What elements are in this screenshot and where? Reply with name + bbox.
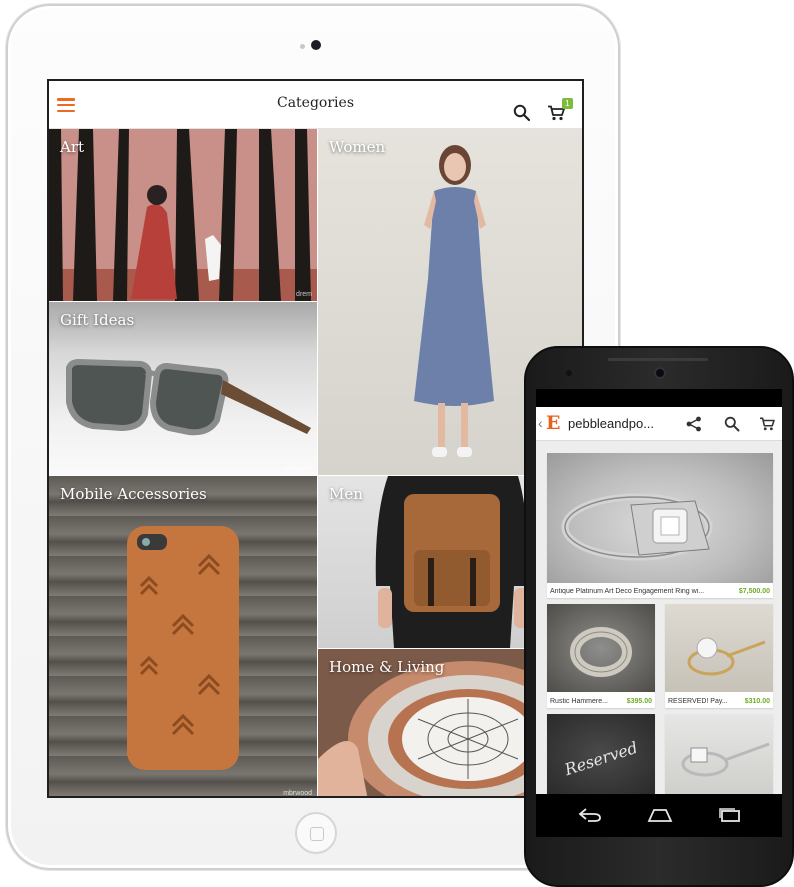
home-nav-icon[interactable] bbox=[647, 807, 673, 823]
listing-card[interactable]: Rustic Hammere... $395.00 bbox=[547, 604, 655, 708]
category-label-women: Women bbox=[329, 138, 386, 156]
listing-price: $310.00 bbox=[744, 698, 770, 705]
category-label-art: Art bbox=[60, 138, 85, 156]
back-nav-icon[interactable] bbox=[578, 807, 602, 823]
photo-credit: mbrwood bbox=[283, 790, 312, 797]
listing-title: Rustic Hammere... bbox=[550, 698, 608, 705]
listing-title: RESERVED! Pay... bbox=[668, 698, 728, 705]
listing-card[interactable]: Reserved bbox=[547, 714, 655, 794]
photo-credit: drem bbox=[296, 291, 312, 298]
tablet-sensor bbox=[300, 44, 305, 49]
reserved-chalk-text: Reserved bbox=[561, 738, 640, 780]
category-label-men: Men bbox=[329, 485, 363, 503]
category-label-mobile-accessories: Mobile Accessories bbox=[60, 485, 207, 503]
category-label-gift-ideas: Gift Ideas bbox=[60, 311, 135, 329]
phone-device: ‹ E pebbleandpo... Antique Platinum Art … bbox=[524, 346, 794, 887]
phone-speaker bbox=[608, 358, 708, 361]
cart-icon[interactable] bbox=[759, 417, 775, 431]
listing-card[interactable]: RESERVED! Pay... $310.00 bbox=[665, 604, 773, 708]
tablet-camera bbox=[311, 40, 321, 50]
share-icon[interactable] bbox=[686, 416, 702, 432]
phone-screen: ‹ E pebbleandpo... Antique Platinum Art … bbox=[536, 389, 782, 837]
listing-price: $395.00 bbox=[626, 698, 652, 705]
photo-credit: mbrwood bbox=[283, 465, 312, 472]
category-tile-mobile-accessories[interactable]: Mobile Accessories mbrwood bbox=[49, 476, 317, 797]
category-tile-art[interactable]: Art drem bbox=[49, 129, 317, 301]
listing-image bbox=[547, 604, 655, 692]
wooden-phone-case-photo bbox=[127, 526, 239, 770]
tablet-screen: Categories 1 Art drem Women Gift Ideas m… bbox=[47, 79, 584, 798]
phone-sensor bbox=[566, 370, 572, 376]
search-icon[interactable] bbox=[724, 416, 740, 432]
listing-image bbox=[665, 714, 773, 794]
status-bar bbox=[536, 389, 782, 407]
listing-image: Reserved bbox=[547, 714, 655, 794]
categories-app-bar: Categories 1 bbox=[49, 81, 582, 129]
category-label-home-living: Home & Living bbox=[329, 658, 445, 676]
android-nav-bar bbox=[536, 794, 782, 837]
listing-title: Antique Platinum Art Deco Engagement Rin… bbox=[550, 588, 705, 595]
back-arrow-icon[interactable]: ‹ bbox=[538, 415, 543, 431]
phone-camera bbox=[654, 367, 666, 379]
etsy-logo[interactable]: E bbox=[546, 412, 560, 434]
tablet-home-button[interactable] bbox=[295, 812, 337, 854]
page-title: Categories bbox=[277, 95, 354, 111]
art-illustration bbox=[49, 129, 317, 301]
shop-app-bar: ‹ E pebbleandpo... bbox=[536, 407, 782, 441]
category-tile-gift-ideas[interactable]: Gift Ideas mbrwood bbox=[49, 302, 317, 475]
listing-image bbox=[547, 453, 773, 583]
cart-count-badge: 1 bbox=[562, 98, 573, 109]
listing-card[interactable] bbox=[665, 714, 773, 794]
recents-nav-icon[interactable] bbox=[718, 807, 742, 823]
listing-card[interactable]: Antique Platinum Art Deco Engagement Rin… bbox=[547, 453, 773, 598]
shop-name: pebbleandpo... bbox=[568, 416, 655, 431]
listing-image bbox=[665, 604, 773, 692]
listing-price: $7,500.00 bbox=[738, 588, 770, 595]
search-icon[interactable] bbox=[513, 104, 531, 122]
